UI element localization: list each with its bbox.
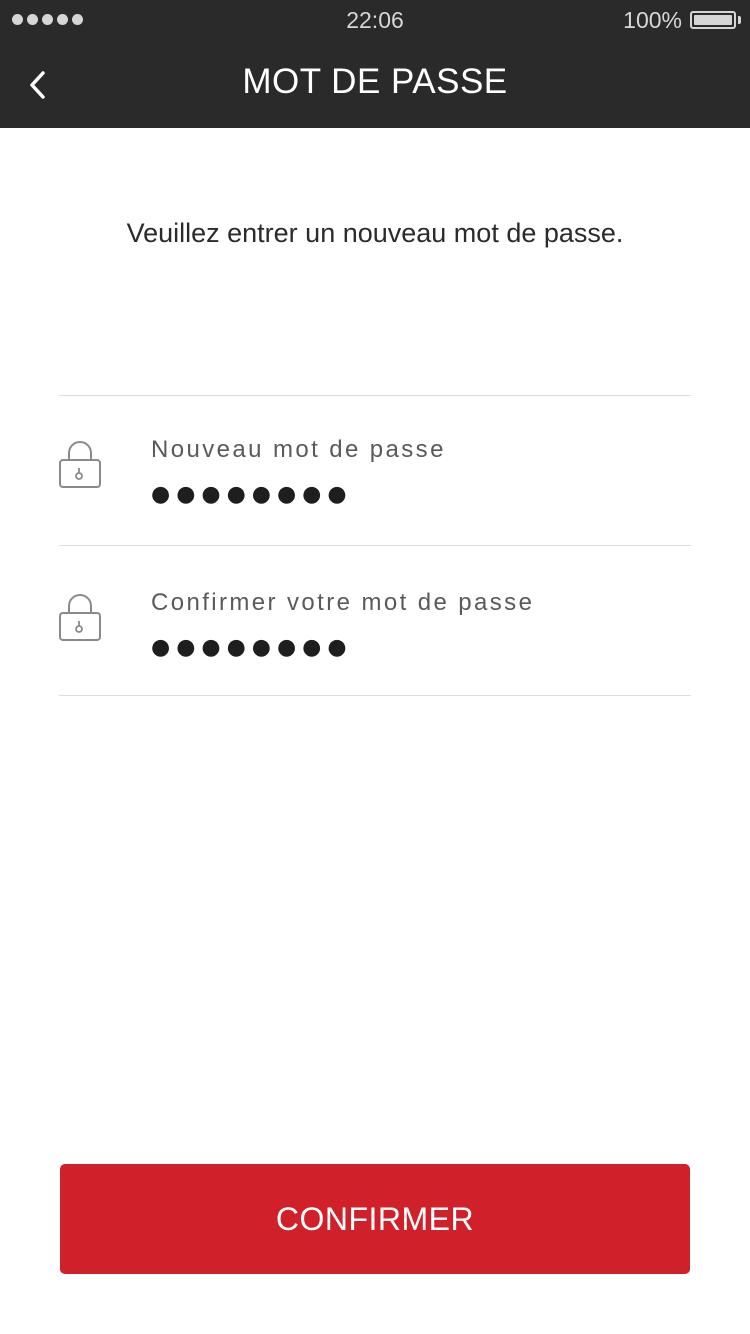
confirm-button[interactable]: CONFIRMER: [60, 1164, 690, 1274]
divider-bottom: [59, 695, 691, 696]
battery-percentage: 100%: [623, 7, 682, 33]
page-title: MOT DE PASSE: [242, 62, 508, 101]
new-password-field[interactable]: Nouveau mot de passe ●●●●●●●●: [59, 396, 691, 544]
password-screen: 22:06 100% MOT DE PASSE Veuillez entrer …: [0, 0, 750, 1334]
confirm-password-input[interactable]: ●●●●●●●●: [151, 635, 353, 660]
new-password-label: Nouveau mot de passe: [151, 436, 446, 463]
confirm-password-label: Confirmer votre mot de passe: [151, 589, 535, 616]
status-bar: 22:06 100%: [0, 0, 750, 40]
new-password-input[interactable]: ●●●●●●●●: [151, 482, 353, 507]
instructions-text: Veuillez entrer un nouveau mot de passe.: [126, 218, 624, 248]
battery-icon: [690, 11, 736, 29]
confirm-password-field[interactable]: Confirmer votre mot de passe ●●●●●●●●: [59, 546, 691, 694]
lock-icon: [59, 441, 101, 488]
battery-nub: [738, 16, 741, 24]
confirm-button-label: CONFIRMER: [275, 1200, 475, 1237]
app-header: 22:06 100% MOT DE PASSE: [0, 0, 750, 128]
lock-icon: [59, 594, 101, 641]
